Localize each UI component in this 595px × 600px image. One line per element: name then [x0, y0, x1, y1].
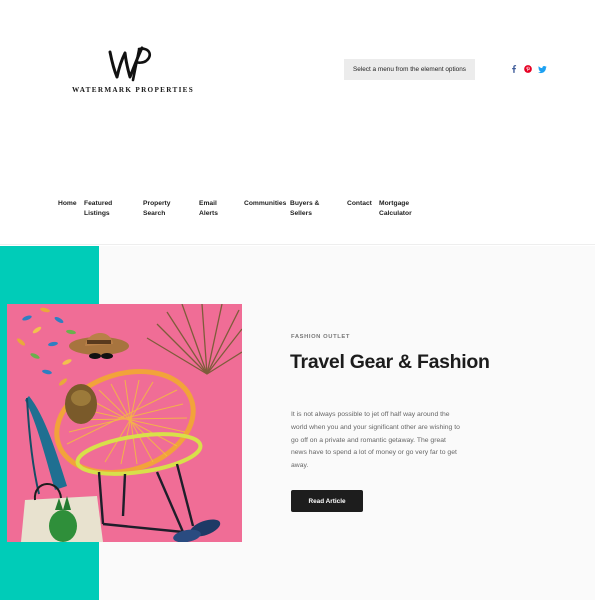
main-navigation: Home Featured Listings Property Search E… [0, 199, 595, 229]
menu-select-placeholder[interactable]: Select a menu from the element options [344, 59, 475, 80]
article-title: Travel Gear & Fashion [290, 351, 490, 373]
facebook-icon[interactable] [509, 64, 519, 74]
nav-item-home[interactable]: Home [58, 199, 82, 209]
site-logo[interactable]: WATERMARK PROPERTIES [66, 44, 195, 100]
pinterest-icon[interactable] [523, 64, 533, 74]
article-category: FASHION OUTLET [291, 334, 350, 340]
nav-item-contact[interactable]: Contact [347, 199, 375, 209]
twitter-icon[interactable] [537, 64, 547, 74]
nav-item-mortgage-calculator[interactable]: Mortgage Calculator [379, 199, 419, 219]
read-article-button[interactable]: Read Article [291, 490, 363, 512]
site-header: WATERMARK PROPERTIES Select a menu from … [0, 0, 595, 245]
logo-monogram [108, 46, 152, 82]
nav-item-buyers-sellers[interactable]: Buyers & Sellers [290, 199, 332, 219]
logo-brand-name: WATERMARK PROPERTIES [72, 86, 195, 94]
nav-item-property-search[interactable]: Property Search [143, 199, 181, 219]
hero-image [7, 304, 242, 542]
nav-item-communities[interactable]: Communities [244, 199, 288, 209]
chair-illustration [7, 304, 242, 542]
nav-item-email-alerts[interactable]: Email Alerts [199, 199, 227, 219]
nav-item-featured-listings[interactable]: Featured Listings [84, 199, 120, 219]
article-excerpt: It is not always possible to jet off hal… [291, 411, 460, 470]
